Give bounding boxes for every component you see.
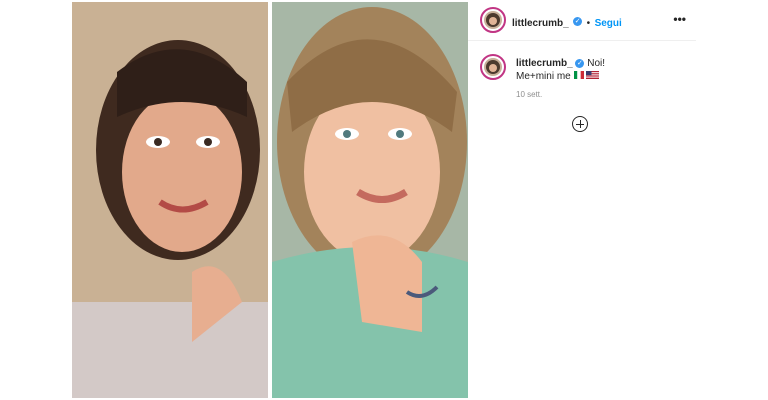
post-header: littlecrumb_ ✓ • Segui •••: [468, 0, 696, 41]
post-caption: littlecrumb_ ✓ Noi! Me+mini me: [516, 57, 726, 83]
verified-icon: ✓: [575, 58, 585, 68]
caption-text-1: Noi!: [587, 58, 606, 69]
flag-italy-icon: [573, 70, 584, 83]
follow-button[interactable]: Segui: [595, 18, 622, 29]
caption-line-2: Me+mini me: [516, 70, 726, 83]
author-username[interactable]: littlecrumb_: [512, 18, 569, 29]
verified-icon: ✓: [573, 17, 583, 27]
caption-line-1: littlecrumb_ ✓ Noi!: [516, 57, 726, 70]
flag-usa-icon: [586, 70, 600, 83]
left-photo: [72, 2, 268, 398]
childhood-photo-left: [72, 2, 268, 398]
caption-author-username[interactable]: littlecrumb_: [516, 58, 573, 69]
avatar-photo: [484, 11, 502, 29]
avatar-photo: [484, 58, 502, 76]
header-separator: •: [586, 18, 591, 29]
caption-author-avatar[interactable]: [480, 54, 506, 80]
load-more-comments-icon[interactable]: [572, 116, 588, 132]
instagram-post: littlecrumb_ ✓ • Segui ••• littlecrumb_ …: [72, 0, 696, 400]
header-user-info: littlecrumb_ ✓ • Segui: [512, 13, 622, 31]
right-photo: [272, 2, 468, 398]
author-avatar[interactable]: [480, 7, 506, 33]
post-side-panel: littlecrumb_ ✓ • Segui ••• littlecrumb_ …: [468, 0, 696, 400]
post-media[interactable]: [72, 0, 468, 400]
more-options-icon[interactable]: •••: [673, 12, 686, 26]
caption-text-2: Me+mini me: [516, 71, 571, 83]
post-timestamp[interactable]: 10 sett.: [516, 90, 542, 99]
childhood-photo-right: [272, 2, 468, 398]
